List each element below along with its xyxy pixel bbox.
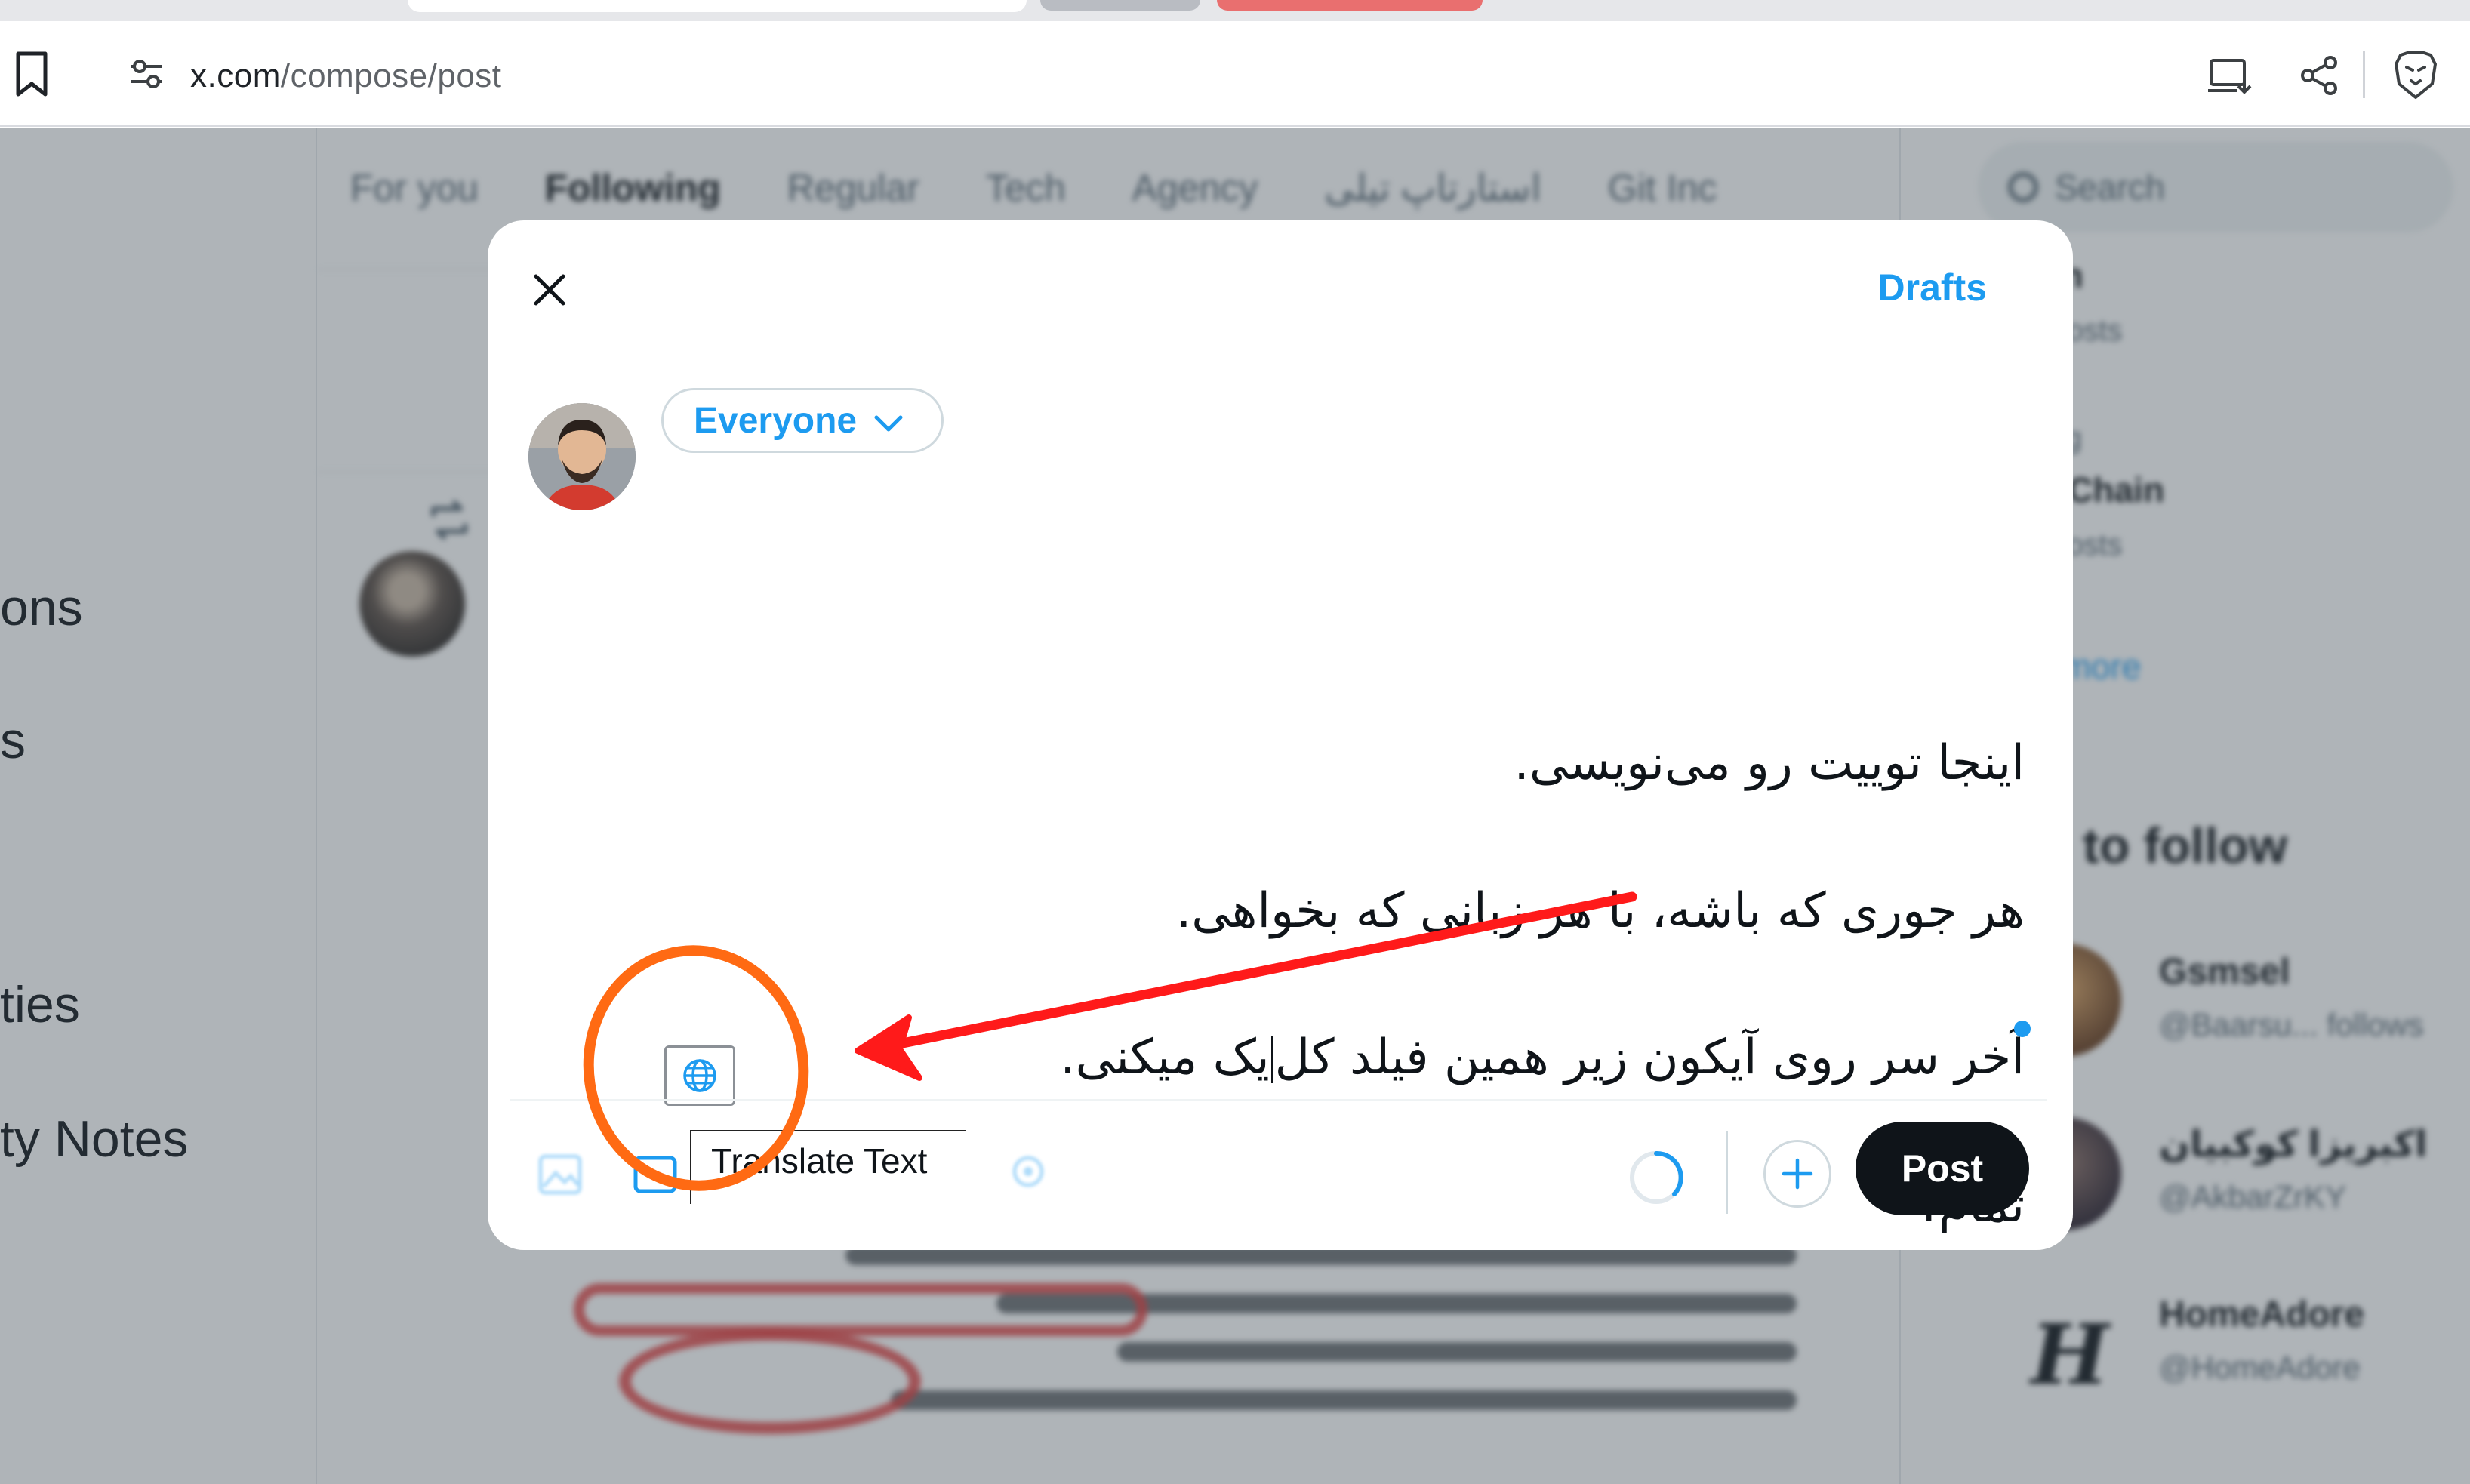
close-icon[interactable] — [519, 260, 580, 320]
address-bar: x.com/compose/post — [0, 21, 2470, 127]
url-path: /compose/post — [280, 57, 502, 94]
avatar[interactable] — [528, 403, 636, 510]
bookmark-icon[interactable] — [3, 44, 60, 104]
post-text-line: اینجا توییت رو می‌نویسی. — [1514, 735, 2025, 791]
character-count-ring — [1628, 1149, 1685, 1206]
tune-icon[interactable] — [116, 44, 177, 104]
post-text-line: هر جوری که باشه، با هر زبانی که بخواهی. — [1175, 883, 2025, 939]
text-caret — [1270, 1036, 1273, 1084]
compose-modal: Drafts Everyone اینجا توییت رو می‌نویسی.… — [488, 220, 2073, 1250]
media-icon[interactable] — [530, 1144, 590, 1205]
install-app-icon[interactable] — [2194, 44, 2266, 107]
browser-tab[interactable] — [408, 0, 1027, 12]
divider — [510, 1099, 2047, 1101]
toolbar-divider — [1726, 1131, 1728, 1214]
browser-tab[interactable] — [1040, 0, 1200, 11]
audience-label: Everyone — [694, 400, 858, 441]
post-text-segment: یک میکنی. — [1060, 1030, 1270, 1085]
browser-tab[interactable] — [1217, 0, 1483, 11]
toolbar-divider — [2363, 51, 2365, 98]
url-text[interactable]: x.com/compose/post — [190, 57, 502, 95]
share-icon[interactable] — [2283, 44, 2355, 107]
url-domain: x.com — [190, 57, 281, 94]
location-icon[interactable] — [998, 1144, 1058, 1205]
post-button[interactable]: Post — [1856, 1122, 2029, 1215]
url-bar[interactable]: x.com/compose/post — [95, 32, 2126, 116]
add-post-button[interactable] — [1763, 1140, 1831, 1208]
globe-icon[interactable] — [664, 1045, 735, 1106]
post-text-line: آخر سر روی آیکون زیر همین فیلد کلیک میکن… — [1060, 1030, 2025, 1085]
brave-lion-icon[interactable] — [2379, 41, 2452, 110]
post-text-segment: آخر سر روی آیکون زیر همین فیلد کل — [1274, 1030, 2025, 1085]
tab-strip — [0, 0, 2470, 21]
gif-icon[interactable] — [625, 1144, 685, 1205]
drafts-button[interactable]: Drafts — [1878, 266, 1987, 309]
unsent-indicator — [2014, 1021, 2031, 1037]
extension-tooltip: Translate Text — [690, 1130, 966, 1204]
audience-dropdown[interactable]: Everyone — [661, 388, 944, 453]
chevron-down-icon — [873, 400, 904, 442]
